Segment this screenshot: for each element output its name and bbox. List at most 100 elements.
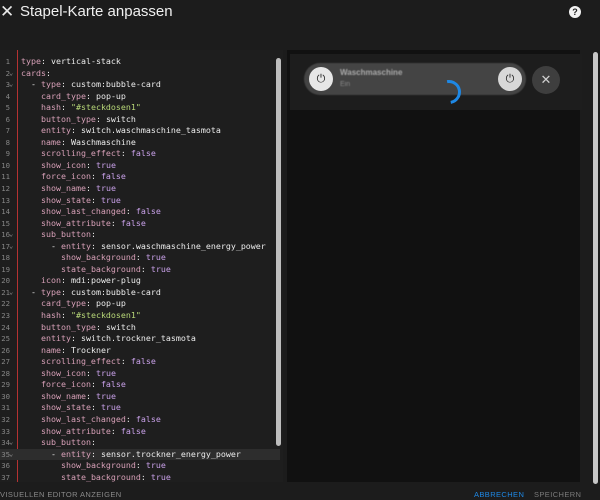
code-lines[interactable]: 1 type: vertical-stack 2 ⌄ cards: 3 ⌄ - type: …: [0, 56, 280, 482]
code-line[interactable]: 7 entity: switch.waschmaschine_tasmota: [0, 125, 280, 137]
code-line[interactable]: 23 hash: "#steckdosen1": [0, 310, 280, 322]
code-text: hash: "#steckdosen1": [21, 102, 141, 114]
code-line[interactable]: 18 show_background: true: [0, 252, 280, 264]
code-line[interactable]: 21 ⌄ - type: custom:bubble-card: [0, 287, 280, 299]
help-icon[interactable]: ?: [569, 6, 581, 18]
line-number: 4: [5, 91, 10, 101]
code-token: entity: [60, 240, 91, 251]
code-line[interactable]: 24 button_type: switch: [0, 322, 280, 334]
code-token: :: [90, 194, 101, 205]
code-line[interactable]: 12 show_name: true: [0, 183, 280, 195]
code-line[interactable]: 14 show_last_changed: false: [0, 206, 280, 218]
code-token: icon: [40, 275, 61, 286]
sub-button-power-plug-icon[interactable]: ⏻: [498, 67, 522, 91]
fold-chevron-icon[interactable]: ⌄: [9, 68, 13, 80]
code-line[interactable]: 2 ⌄ cards:: [0, 68, 280, 80]
code-line[interactable]: 16 ⌄ sub_button:: [0, 229, 280, 241]
code-text: force_icon: false: [21, 379, 126, 391]
code-token: :: [45, 67, 51, 78]
code-token: -: [21, 79, 41, 90]
code-line[interactable]: 32 show_last_changed: false: [0, 414, 280, 426]
code-line[interactable]: 30 show_name: true: [0, 391, 280, 403]
code-line[interactable]: 15 show_attribute: false: [0, 218, 280, 230]
code-line[interactable]: 11 force_icon: false: [0, 171, 280, 183]
code-line[interactable]: 20 icon: mdi:power-plug: [0, 275, 280, 287]
code-text: type: vertical-stack: [21, 56, 121, 68]
power-plug-icon[interactable]: ⏻: [309, 67, 333, 91]
code-line[interactable]: 35 ⌄ - entity: sensor.trockner_energy_pow…: [0, 448, 280, 461]
code-line[interactable]: 22 card_type: pop-up: [0, 298, 280, 310]
fold-chevron-icon[interactable]: ⌄: [9, 437, 13, 449]
code-token: -: [21, 240, 61, 251]
code-token: card_type: [40, 90, 86, 101]
code-text: show_attribute: false: [21, 426, 146, 438]
code-text: show_state: true: [21, 195, 121, 207]
code-text: show_attribute: false: [21, 218, 146, 230]
code-line[interactable]: 25 entity: switch.trockner_tasmota: [0, 333, 280, 345]
code-line[interactable]: 19 state_background: true: [0, 264, 280, 276]
code-line[interactable]: 26 name: Trockner: [0, 345, 280, 357]
code-token: :: [90, 229, 96, 240]
editor-scrollbar-thumb[interactable]: [276, 58, 281, 446]
yaml-code-editor[interactable]: 1 type: vertical-stack 2 ⌄ cards: 3 ⌄ - type: …: [0, 50, 283, 482]
code-text: show_background: true: [21, 252, 166, 264]
code-line[interactable]: 36 show_background: true: [0, 460, 280, 472]
code-token: state_background: [60, 471, 141, 482]
code-line[interactable]: 17 ⌄ - entity: sensor.waschmaschine_energ…: [0, 241, 280, 253]
cancel-button[interactable]: ABBRECHEN: [474, 490, 524, 499]
code-line[interactable]: 1 type: vertical-stack: [0, 56, 280, 68]
code-token: "#steckdosen1": [70, 310, 141, 321]
code-line[interactable]: 5 hash: "#steckdosen1": [0, 102, 280, 114]
code-token: entity: [40, 333, 71, 344]
code-token: :: [110, 217, 121, 228]
code-token: true: [145, 252, 166, 263]
code-line[interactable]: 37 state_background: true: [0, 472, 280, 482]
code-line[interactable]: 3 ⌄ - type: custom:bubble-card: [0, 79, 280, 91]
code-token: switch: [105, 113, 136, 124]
code-line[interactable]: 9 scrolling_effect: false: [0, 148, 280, 160]
code-line[interactable]: 28 show_icon: true: [0, 368, 280, 380]
code-text: show_icon: true: [21, 368, 116, 380]
code-line[interactable]: 27 scrolling_effect: false: [0, 356, 280, 368]
bubble-state: Ein: [340, 81, 351, 88]
bubble-button[interactable]: [304, 63, 526, 95]
close-icon[interactable]: ✕: [0, 3, 14, 20]
code-token: true: [95, 183, 116, 194]
code-line[interactable]: 29 force_icon: false: [0, 379, 280, 391]
code-line[interactable]: 34 ⌄ sub_button:: [0, 437, 280, 449]
code-line[interactable]: 31 show_state: true: [0, 402, 280, 414]
code-token: entity: [40, 125, 71, 136]
code-token: entity: [60, 448, 91, 459]
dialog-scrollbar-thumb[interactable]: [593, 52, 598, 484]
code-line[interactable]: 13 show_state: true: [0, 195, 280, 207]
code-line[interactable]: 33 show_attribute: false: [0, 426, 280, 438]
fold-chevron-icon[interactable]: ⌄: [9, 229, 13, 241]
show-visual-editor-button[interactable]: VISUELLEN EDITOR ANZEIGEN: [0, 490, 122, 499]
fold-chevron-icon[interactable]: ⌄: [9, 449, 13, 461]
code-line[interactable]: 6 button_type: switch: [0, 114, 280, 126]
dialog-title: Stapel-Karte anpassen: [20, 3, 173, 20]
code-text: entity: switch.waschmaschine_tasmota: [21, 125, 221, 137]
code-token: :: [40, 56, 51, 66]
code-token: hash: [40, 310, 61, 321]
code-text: show_last_changed: false: [21, 414, 161, 426]
fold-chevron-icon[interactable]: ⌄: [9, 241, 13, 253]
popup-close-icon[interactable]: ✕: [532, 66, 560, 94]
fold-chevron-icon[interactable]: ⌄: [9, 79, 13, 91]
code-line[interactable]: 8 name: Waschmaschine: [0, 137, 280, 149]
code-text: sub_button:: [21, 229, 96, 241]
code-line[interactable]: 4 card_type: pop-up: [0, 91, 280, 103]
save-button[interactable]: SPEICHERN: [534, 490, 581, 499]
code-line[interactable]: 10 show_icon: true: [0, 160, 280, 172]
code-token: card_type: [40, 298, 86, 309]
fold-chevron-icon[interactable]: ⌄: [9, 287, 13, 299]
